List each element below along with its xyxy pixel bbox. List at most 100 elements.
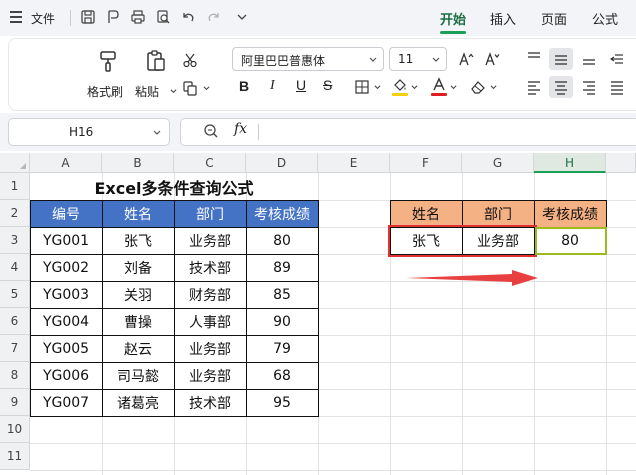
format-painter-button[interactable]: 格式刷 xyxy=(87,47,129,103)
borders-dropdown-icon[interactable] xyxy=(374,84,381,91)
column-header-g[interactable]: G xyxy=(462,153,534,173)
table-cell[interactable]: 关羽 xyxy=(102,281,174,308)
copy-dropdown-icon[interactable] xyxy=(203,85,210,92)
decrease-font-size-icon[interactable] xyxy=(481,49,503,69)
table-cell[interactable]: YG005 xyxy=(30,335,102,362)
align-center-icon[interactable] xyxy=(550,77,572,97)
tab-insert[interactable]: 插入 xyxy=(490,9,516,28)
row-header-1[interactable]: 1 xyxy=(0,173,30,200)
underline-button[interactable]: U xyxy=(296,77,306,93)
table-cell[interactable]: 刘备 xyxy=(102,254,174,281)
fill-color-icon[interactable] xyxy=(389,75,411,95)
table-header-cell[interactable]: 姓名 xyxy=(102,200,174,227)
column-header-f[interactable]: F xyxy=(390,153,462,173)
table-cell[interactable]: 赵云 xyxy=(102,335,174,362)
zoom-search-icon[interactable] xyxy=(200,121,222,141)
lookup-criteria-cell[interactable]: 业务部 xyxy=(462,227,534,254)
decrease-indent-icon[interactable] xyxy=(606,49,628,69)
table-cell[interactable]: 诸葛亮 xyxy=(102,389,174,416)
table-cell[interactable]: 68 xyxy=(246,362,318,389)
align-right-icon[interactable] xyxy=(578,77,600,97)
table-cell[interactable]: 89 xyxy=(246,254,318,281)
table-cell[interactable]: 90 xyxy=(246,308,318,335)
lookup-header-cell[interactable]: 考核成绩 xyxy=(534,200,606,227)
table-header-cell[interactable]: 编号 xyxy=(30,200,102,227)
table-cell[interactable]: 业务部 xyxy=(174,227,246,254)
row-header-10[interactable]: 10 xyxy=(0,416,30,443)
table-cell[interactable]: 85 xyxy=(246,281,318,308)
table-cell[interactable]: 技术部 xyxy=(174,254,246,281)
table-cell[interactable]: YG001 xyxy=(30,227,102,254)
export-pdf-icon[interactable] xyxy=(104,8,122,26)
clear-format-dropdown-icon[interactable] xyxy=(490,84,497,91)
undo-icon[interactable] xyxy=(179,8,197,26)
borders-icon[interactable] xyxy=(351,77,373,97)
copy-icon[interactable] xyxy=(179,78,201,98)
font-size-select[interactable]: 11 xyxy=(389,47,447,71)
name-box[interactable]: H16 xyxy=(8,118,170,146)
save-icon[interactable] xyxy=(79,8,97,26)
row-header-8[interactable]: 8 xyxy=(0,362,30,389)
file-menu[interactable]: 文件 xyxy=(31,10,55,27)
table-cell[interactable]: YG004 xyxy=(30,308,102,335)
font-color-dropdown-icon[interactable] xyxy=(450,84,457,91)
font-color-icon[interactable] xyxy=(428,75,450,95)
table-cell[interactable]: YG002 xyxy=(30,254,102,281)
tab-home[interactable]: 开始 xyxy=(440,9,466,28)
align-top-icon[interactable] xyxy=(523,48,545,68)
align-middle-icon[interactable] xyxy=(550,49,572,69)
column-header-d[interactable]: D xyxy=(246,153,318,173)
table-cell[interactable]: 业务部 xyxy=(174,362,246,389)
menu-icon[interactable] xyxy=(10,11,22,23)
table-cell[interactable]: 人事部 xyxy=(174,308,246,335)
table-cell[interactable]: YG003 xyxy=(30,281,102,308)
table-cell[interactable]: 业务部 xyxy=(174,335,246,362)
lookup-header-cell[interactable]: 部门 xyxy=(462,200,534,227)
table-cell[interactable]: YG006 xyxy=(30,362,102,389)
row-header-2[interactable]: 2 xyxy=(0,200,30,227)
row-header-3[interactable]: 3 xyxy=(0,227,30,254)
bold-button[interactable]: B xyxy=(239,78,249,94)
cut-icon[interactable] xyxy=(179,50,201,70)
fill-color-dropdown-icon[interactable] xyxy=(411,84,418,91)
table-cell[interactable]: 曹操 xyxy=(102,308,174,335)
clear-format-icon[interactable] xyxy=(467,77,489,97)
paste-button[interactable]: 粘贴 xyxy=(135,47,177,103)
row-header-9[interactable]: 9 xyxy=(0,389,30,416)
column-header-h[interactable]: H xyxy=(534,153,606,173)
table-cell[interactable]: 财务部 xyxy=(174,281,246,308)
tab-formula[interactable]: 公式 xyxy=(592,9,618,28)
italic-button[interactable]: I xyxy=(270,78,275,94)
table-header-cell[interactable]: 考核成绩 xyxy=(246,200,318,227)
print-icon[interactable] xyxy=(129,8,147,26)
table-cell[interactable]: 80 xyxy=(246,227,318,254)
font-name-select[interactable]: 阿里巴巴普惠体 xyxy=(232,47,384,71)
row-header-7[interactable]: 7 xyxy=(0,335,30,362)
lookup-result-cell[interactable]: 80 xyxy=(534,227,606,254)
paste-dropdown-icon[interactable] xyxy=(170,88,177,95)
lookup-criteria-cell[interactable]: 张飞 xyxy=(390,227,462,254)
row-header-6[interactable]: 6 xyxy=(0,308,30,335)
column-header-a[interactable]: A xyxy=(30,153,102,173)
table-header-cell[interactable]: 部门 xyxy=(174,200,246,227)
table-cell[interactable]: 司马懿 xyxy=(102,362,174,389)
justify-icon[interactable] xyxy=(606,77,628,97)
column-header-c[interactable]: C xyxy=(174,153,246,173)
row-header-4[interactable]: 4 xyxy=(0,254,30,281)
increase-font-size-icon[interactable] xyxy=(455,49,477,69)
redo-icon[interactable] xyxy=(205,8,223,26)
insert-function-button[interactable]: fx xyxy=(234,121,247,137)
print-preview-icon[interactable] xyxy=(154,8,172,26)
row-header-11[interactable]: 11 xyxy=(0,443,30,470)
table-cell[interactable]: 技术部 xyxy=(174,389,246,416)
formula-input[interactable] xyxy=(180,118,636,146)
table-cell[interactable]: 张飞 xyxy=(102,227,174,254)
column-header-b[interactable]: B xyxy=(102,153,174,173)
lookup-header-cell[interactable]: 姓名 xyxy=(390,200,462,227)
quick-access-more-icon[interactable] xyxy=(233,8,251,26)
table-cell[interactable]: 95 xyxy=(246,389,318,416)
align-left-icon[interactable] xyxy=(523,77,545,97)
select-all-corner[interactable] xyxy=(0,153,30,173)
table-cell[interactable]: 79 xyxy=(246,335,318,362)
table-cell[interactable]: YG007 xyxy=(30,389,102,416)
